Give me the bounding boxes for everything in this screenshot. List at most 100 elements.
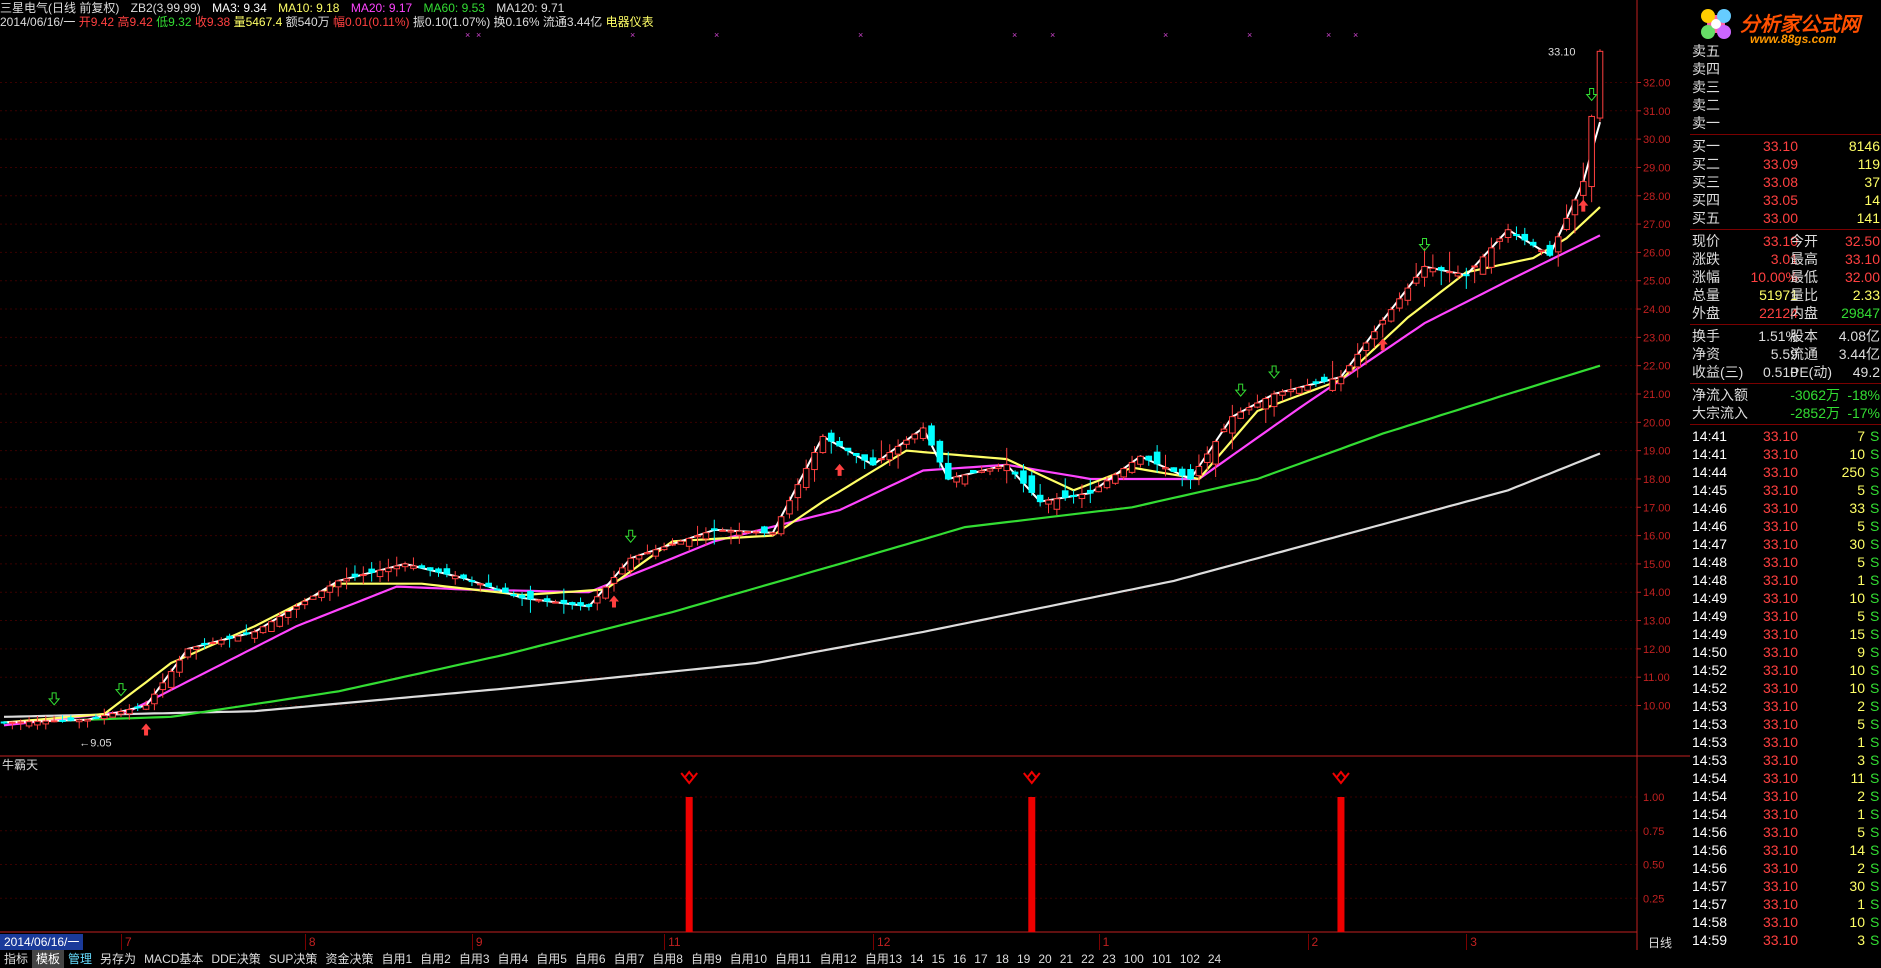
tick-side: S	[1870, 896, 1880, 912]
template-tab[interactable]: 自用9	[687, 950, 726, 968]
kline-chart[interactable]: × × × × × × × × × × × 33.10←9.05 10.0011.0012.0013…	[0, 0, 1690, 950]
period-label[interactable]: 日线	[1648, 934, 1672, 951]
tick-price: 33.10	[1762, 518, 1798, 534]
tick-row: 14:56 33.10 5 S	[1690, 823, 1881, 841]
candle-body	[1454, 272, 1462, 277]
info-label: 流通	[1790, 346, 1818, 362]
template-tab[interactable]: 资金决策	[321, 950, 377, 968]
panel-divider	[1690, 324, 1881, 325]
candle	[485, 574, 492, 588]
template-tab[interactable]: DDE决策	[207, 950, 264, 968]
template-tab[interactable]: 18	[992, 950, 1013, 968]
template-tab[interactable]: 24	[1204, 950, 1225, 968]
template-tab[interactable]: 20	[1034, 950, 1055, 968]
candle-body	[1312, 381, 1320, 384]
ma120-label: MA120: 9.71	[496, 1, 565, 15]
template-tab[interactable]: 14	[906, 950, 927, 968]
bid-row: 买二 33.09 119	[1690, 155, 1881, 173]
template-tab[interactable]: 16	[949, 950, 970, 968]
template-tab[interactable]: 101	[1148, 950, 1176, 968]
candle-body	[861, 454, 868, 461]
quote-label: 最低	[1790, 269, 1818, 285]
tick-price: 33.10	[1762, 608, 1798, 624]
template-tab[interactable]: 自用13	[861, 950, 906, 968]
template-tab[interactable]: 17	[970, 950, 991, 968]
sector-link[interactable]: 电器仪表	[606, 15, 654, 29]
stock-name[interactable]: 三星电气(日线 前复权)	[0, 1, 119, 15]
tick-row: 14:46 33.10 5 S	[1690, 517, 1881, 535]
template-tab[interactable]: 102	[1176, 950, 1204, 968]
template-tab[interactable]: 自用6	[571, 950, 610, 968]
candle-body	[1212, 441, 1219, 465]
tick-time: 14:56	[1692, 842, 1728, 858]
info-label: 净资	[1692, 346, 1720, 362]
tick-price: 33.10	[1762, 878, 1798, 894]
template-tab[interactable]: MACD基本	[140, 950, 207, 968]
candle-body	[1203, 453, 1211, 464]
info-label: 换手	[1692, 328, 1720, 344]
candle	[1563, 204, 1570, 232]
candle-body	[1504, 229, 1512, 239]
candle-body	[9, 721, 16, 724]
candle-body	[585, 604, 593, 607]
template-tab[interactable]: SUP决策	[265, 950, 322, 968]
template-tab[interactable]: 15	[928, 950, 949, 968]
date-axis-bar: 2014/06/16/一 7 8 9 11 12 1 2 3	[0, 934, 1640, 950]
tick-time: 14:56	[1692, 824, 1728, 840]
template-tab[interactable]: 另存为	[96, 950, 140, 968]
template-tab[interactable]: 22	[1077, 950, 1098, 968]
candle	[919, 422, 927, 442]
template-tab[interactable]: 21	[1056, 950, 1077, 968]
candle-body	[351, 573, 359, 578]
turnover-label: 换0.16%	[493, 15, 540, 29]
sub-indicator-title[interactable]: 牛霸天	[2, 756, 38, 773]
template-tab[interactable]: 自用1	[377, 950, 416, 968]
candle-body	[1588, 115, 1595, 188]
template-tab[interactable]: 管理	[64, 950, 96, 968]
event-marker: ×	[1353, 30, 1358, 40]
candle-body	[1053, 498, 1061, 510]
template-tab[interactable]: 19	[1013, 950, 1034, 968]
ma3-label: MA3: 9.34	[212, 1, 267, 15]
candle-body	[1354, 353, 1361, 368]
candle-body	[435, 568, 442, 573]
template-tab[interactable]: 自用12	[815, 950, 860, 968]
template-tab[interactable]: 100	[1120, 950, 1148, 968]
template-tab[interactable]: 自用8	[648, 950, 687, 968]
template-tab[interactable]: 自用5	[532, 950, 571, 968]
tick-time: 14:54	[1692, 788, 1728, 804]
quote-value: 32.50	[1844, 233, 1880, 249]
template-tab[interactable]: 自用7	[610, 950, 649, 968]
tick-time: 14:57	[1692, 896, 1728, 912]
template-tab[interactable]: 自用3	[455, 950, 494, 968]
candle	[1237, 407, 1244, 420]
tick-row: 14:44 33.10 250 S	[1690, 463, 1881, 481]
candle-body	[276, 616, 284, 627]
candle-body	[1178, 468, 1186, 476]
candle-body	[67, 717, 75, 721]
open-label: 开9.42	[78, 15, 115, 29]
price-tick-label: 19.00	[1643, 446, 1671, 458]
tick-volume: 9	[1857, 644, 1865, 660]
template-tab[interactable]: 指标	[0, 950, 32, 968]
tick-row: 14:49 33.10 10 S	[1690, 589, 1881, 607]
template-tab[interactable]: 自用4	[494, 950, 533, 968]
template-tab[interactable]: 模板	[32, 950, 65, 968]
candle	[1312, 378, 1320, 387]
candle-body	[911, 433, 919, 440]
template-tab[interactable]: 23	[1098, 950, 1119, 968]
candle-body	[969, 470, 977, 474]
flow-row: 大宗流入 -2852万 -17%	[1690, 404, 1881, 422]
candle-body	[418, 565, 426, 569]
candle-body	[1446, 271, 1453, 274]
template-tab[interactable]: 自用2	[416, 950, 455, 968]
template-tab[interactable]: 自用10	[726, 950, 771, 968]
month-tick	[873, 934, 875, 950]
template-tab[interactable]: 自用11	[771, 950, 815, 968]
candle	[853, 452, 860, 464]
candle-body	[109, 713, 116, 718]
info-label: PE(动)	[1790, 364, 1832, 380]
ask-row: 卖四	[1690, 60, 1881, 78]
candle-body	[1220, 428, 1228, 433]
candle-body	[142, 705, 150, 710]
